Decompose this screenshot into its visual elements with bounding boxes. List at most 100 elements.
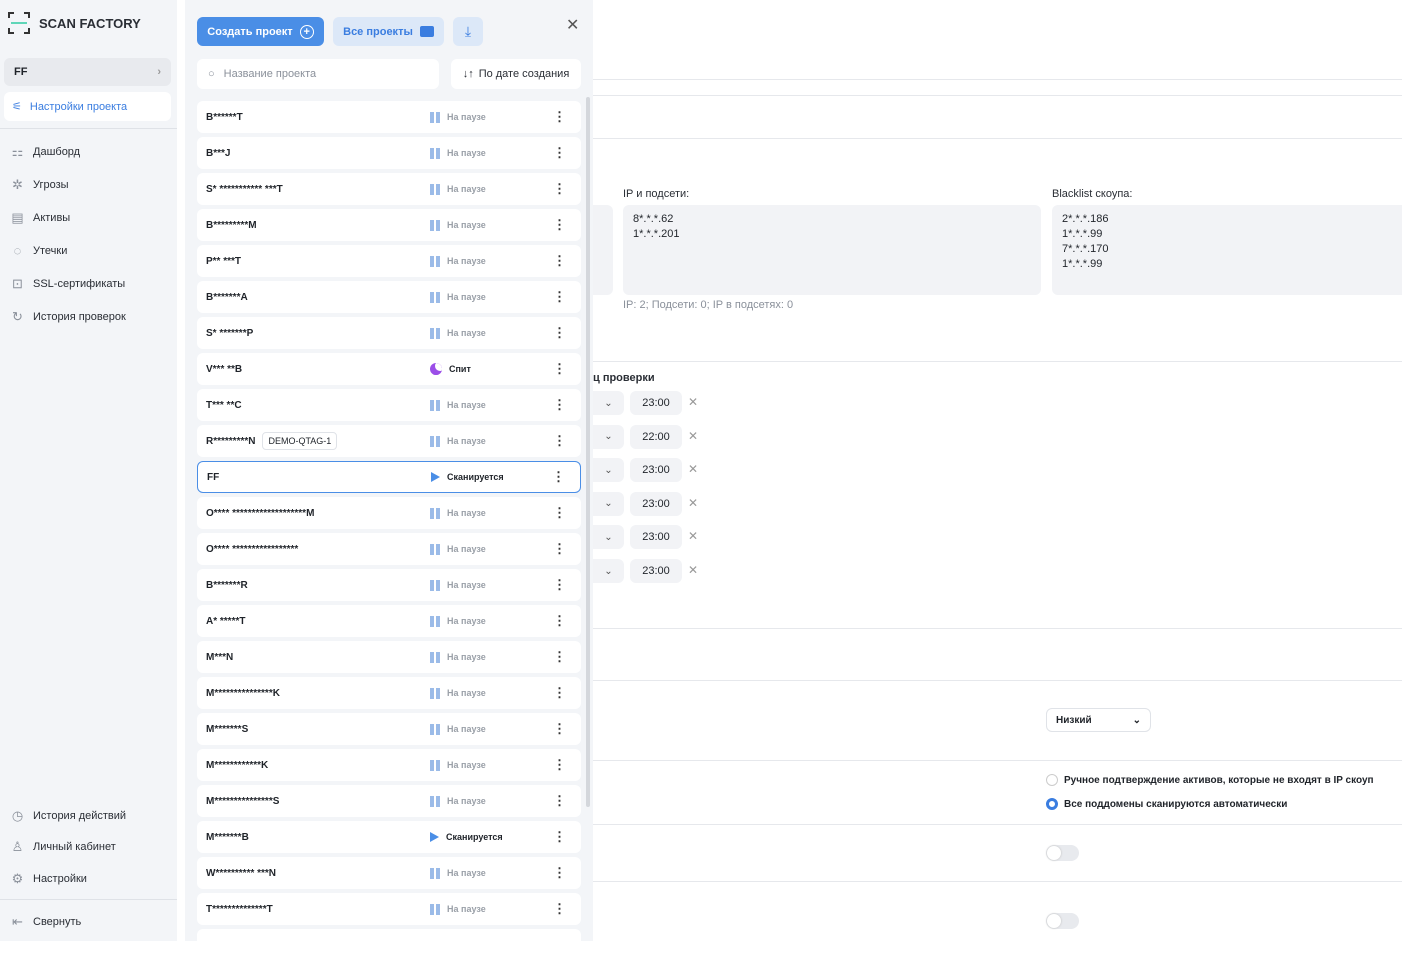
more-options-icon[interactable]: ⋮ xyxy=(553,433,566,449)
sidebar-item-assets[interactable]: ▤ Активы xyxy=(10,210,70,225)
project-row[interactable]: M***N На паузе ⋮ xyxy=(197,641,581,673)
more-options-icon[interactable]: ⋮ xyxy=(553,253,566,269)
project-row[interactable]: S* *******P На паузе ⋮ xyxy=(197,317,581,349)
project-row[interactable]: M*******S На паузе ⋮ xyxy=(197,713,581,745)
project-row[interactable]: M************K На паузе ⋮ xyxy=(197,749,581,781)
schedule-label: ц проверки xyxy=(593,372,655,384)
more-options-icon[interactable]: ⋮ xyxy=(553,145,566,161)
remove-icon[interactable]: ✕ xyxy=(688,462,698,476)
more-options-icon[interactable]: ⋮ xyxy=(553,505,566,521)
divider xyxy=(593,95,1402,96)
day-select[interactable]: ⌄ xyxy=(593,559,624,583)
project-row[interactable]: A* *****T На паузе ⋮ xyxy=(197,605,581,637)
more-options-icon[interactable]: ⋮ xyxy=(553,685,566,701)
remove-icon[interactable]: ✕ xyxy=(688,563,698,577)
list-item[interactable] xyxy=(197,929,581,961)
project-row[interactable]: B******T На паузе ⋮ xyxy=(197,101,581,133)
radio-button[interactable] xyxy=(1046,774,1058,786)
ip-stats: IP: 2; Подсети: 0; IP в подсетях: 0 xyxy=(623,299,794,311)
more-options-icon[interactable]: ⋮ xyxy=(553,649,566,665)
blacklist-textarea[interactable]: 2*.*.*.186 1*.*.*.99 7*.*.*.170 1*.*.*.9… xyxy=(1052,205,1402,295)
sidebar-item-action-history[interactable]: ◷ История действий xyxy=(10,808,126,823)
collapse-button[interactable]: ⇤ Свернуть xyxy=(10,914,81,929)
time-input[interactable]: 23:00 xyxy=(630,525,682,550)
more-options-icon[interactable]: ⋮ xyxy=(553,721,566,737)
radio-button[interactable] xyxy=(1046,798,1058,810)
project-row[interactable]: T*** **C На паузе ⋮ xyxy=(197,389,581,421)
day-select[interactable]: ⌄ xyxy=(593,491,624,516)
remove-icon[interactable]: ✕ xyxy=(688,395,698,409)
toggle-2[interactable] xyxy=(1046,913,1079,929)
project-row[interactable]: B*******A На паузе ⋮ xyxy=(197,281,581,313)
project-row[interactable]: W********** ***N На паузе ⋮ xyxy=(197,857,581,889)
more-options-icon[interactable]: ⋮ xyxy=(553,325,566,341)
more-options-icon[interactable]: ⋮ xyxy=(552,469,565,485)
sidebar-item-project-settings[interactable]: ⚟ Настройки проекта xyxy=(4,92,171,121)
project-row[interactable]: B*******R На паузе ⋮ xyxy=(197,569,581,601)
project-row[interactable]: B***J На паузе ⋮ xyxy=(197,137,581,169)
project-row[interactable]: O**** ***************** На паузе ⋮ xyxy=(197,533,581,565)
sidebar-item-threats[interactable]: ✲ Угрозы xyxy=(10,177,69,192)
more-options-icon[interactable]: ⋮ xyxy=(553,901,566,917)
project-row[interactable]: B*********M На паузе ⋮ xyxy=(197,209,581,241)
grid-icon: ⚏ xyxy=(11,143,24,159)
logo[interactable]: SCAN FACTORY xyxy=(8,12,141,34)
project-row[interactable]: R*********N DEMO-QTAG-1 На паузе ⋮ xyxy=(197,425,581,457)
day-select[interactable]: ⌄ xyxy=(593,458,624,483)
sidebar-item-settings[interactable]: ⚙ Настройки xyxy=(10,871,87,886)
more-options-icon[interactable]: ⋮ xyxy=(553,541,566,557)
sidebar-item-ssl[interactable]: ⊡ SSL-сертификаты xyxy=(10,276,125,291)
more-options-icon[interactable]: ⋮ xyxy=(553,217,566,233)
project-row[interactable]: M***************K На паузе ⋮ xyxy=(197,677,581,709)
scrollbar[interactable] xyxy=(586,97,590,807)
day-select[interactable]: ⌄ xyxy=(593,424,624,449)
clock-icon: ◷ xyxy=(11,807,24,823)
textarea-partial[interactable] xyxy=(593,205,613,295)
more-options-icon[interactable]: ⋮ xyxy=(553,361,566,377)
create-project-button[interactable]: Создать проект + xyxy=(197,17,324,46)
project-selector[interactable]: FF › xyxy=(4,58,171,86)
project-row[interactable]: V*** **B Спит ⋮ xyxy=(197,353,581,385)
more-options-icon[interactable]: ⋮ xyxy=(553,793,566,809)
project-row[interactable]: P** ***T На паузе ⋮ xyxy=(197,245,581,277)
project-row[interactable]: O**** *******************M На паузе ⋮ xyxy=(197,497,581,529)
project-row[interactable]: M*******B Сканируется ⋮ xyxy=(197,821,581,853)
sort-button[interactable]: ↓↑ По дате создания xyxy=(451,59,581,89)
more-options-icon[interactable]: ⋮ xyxy=(553,829,566,845)
download-button[interactable]: ⤓ xyxy=(453,17,483,46)
more-options-icon[interactable]: ⋮ xyxy=(553,181,566,197)
project-row[interactable]: T**************T На паузе ⋮ xyxy=(197,893,581,925)
project-row[interactable]: M***************S На паузе ⋮ xyxy=(197,785,581,817)
time-input[interactable]: 23:00 xyxy=(630,391,682,415)
time-input[interactable]: 23:00 xyxy=(630,458,682,483)
more-options-icon[interactable]: ⋮ xyxy=(553,577,566,593)
more-options-icon[interactable]: ⋮ xyxy=(553,109,566,125)
toggle-1[interactable] xyxy=(1046,845,1079,861)
more-options-icon[interactable]: ⋮ xyxy=(553,397,566,413)
sidebar-item-scan-history[interactable]: ↻ История проверок xyxy=(10,309,126,324)
search-input[interactable]: ○ Название проекта xyxy=(197,59,439,89)
sidebar-item-account[interactable]: ♙ Личный кабинет xyxy=(10,839,116,854)
time-input[interactable]: 23:00 xyxy=(630,559,682,583)
more-options-icon[interactable]: ⋮ xyxy=(553,289,566,305)
more-options-icon[interactable]: ⋮ xyxy=(553,865,566,881)
time-input[interactable]: 22:00 xyxy=(630,424,682,449)
sidebar-item-leaks[interactable]: ◌ Утечки xyxy=(10,243,68,258)
remove-icon[interactable]: ✕ xyxy=(688,429,698,443)
radio-manual-confirm[interactable]: Ручное подтверждение активов, которые не… xyxy=(1046,774,1374,786)
radio-auto-subdomains[interactable]: Все поддомены сканируются автоматически xyxy=(1046,798,1287,810)
all-projects-button[interactable]: Все проекты xyxy=(333,17,444,46)
more-options-icon[interactable]: ⋮ xyxy=(553,757,566,773)
sidebar-item-dashboard[interactable]: ⚏ Дашборд xyxy=(10,144,80,159)
day-select[interactable]: ⌄ xyxy=(593,525,624,550)
ip-textarea[interactable]: 8*.*.*.62 1*.*.*.201 xyxy=(623,205,1041,295)
project-row[interactable]: S* *********** ***T На паузе ⋮ xyxy=(197,173,581,205)
remove-icon[interactable]: ✕ xyxy=(688,496,698,510)
more-options-icon[interactable]: ⋮ xyxy=(553,613,566,629)
project-row[interactable]: FF Сканируется ⋮ xyxy=(197,461,581,493)
close-icon[interactable]: ✕ xyxy=(566,15,579,35)
remove-icon[interactable]: ✕ xyxy=(688,529,698,543)
level-select[interactable]: Низкий ⌄ xyxy=(1046,708,1151,732)
day-select[interactable]: ⌄ xyxy=(593,391,624,415)
time-input[interactable]: 23:00 xyxy=(630,491,682,516)
